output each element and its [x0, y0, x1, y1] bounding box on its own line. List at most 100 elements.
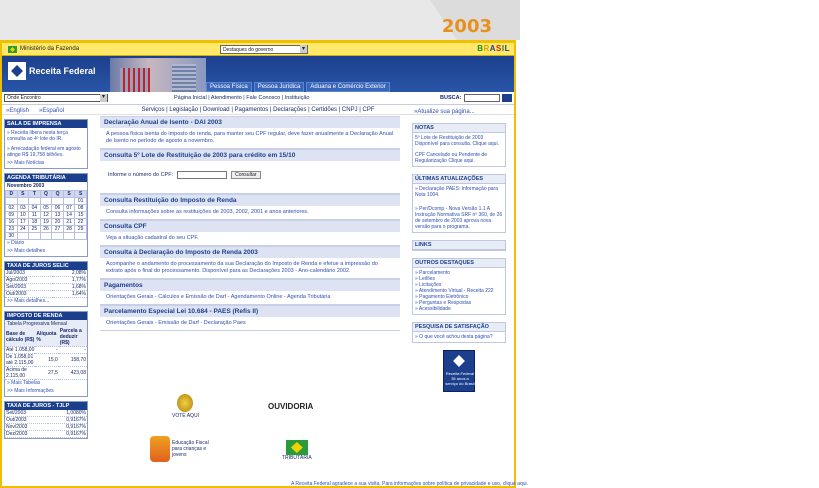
calendar-day[interactable]: 17	[16, 218, 30, 226]
calendar-day[interactable]: 11	[28, 211, 41, 219]
english-link[interactable]: »English	[6, 108, 29, 114]
links-title[interactable]: LINKS	[413, 241, 505, 250]
top-links[interactable]: Página Inicial | Atendimento | Fale Cono…	[174, 95, 309, 101]
table-cell: 1,68%	[53, 283, 87, 291]
receita-federal-logo[interactable]: Receita Federal	[8, 62, 96, 80]
calendar-day	[16, 197, 30, 205]
tab-pessoa-fisica[interactable]: Pessoa Física	[206, 82, 252, 92]
ouvidoria-label: OUVIDORIA	[268, 402, 314, 411]
table-cell: Até 1.058,00	[5, 346, 36, 354]
calendar-day[interactable]: 15	[74, 211, 87, 219]
calendar-day[interactable]: 22	[74, 218, 87, 226]
calendar-day[interactable]: 12	[39, 211, 53, 219]
search-button[interactable]	[502, 94, 512, 102]
table-cell: De 1.058,01 até 2.115,00	[5, 353, 36, 367]
calendar-day[interactable]: 20	[51, 218, 64, 226]
update-item[interactable]: » Declaração PAES: Informação para Nota …	[415, 186, 503, 198]
calendar-day[interactable]: 27	[51, 225, 64, 233]
government-highlights-select[interactable]: Destaques do governo	[220, 45, 308, 54]
survey-link[interactable]: » O que você achou desta página?	[413, 332, 505, 342]
press-item[interactable]: » Receita libera nesta terça consulta ao…	[7, 130, 85, 142]
calendar-day	[16, 232, 30, 240]
section-title[interactable]: Consulta à Declaração do Imposto de Rend…	[100, 246, 400, 258]
search-input[interactable]	[464, 94, 500, 102]
consultar-button[interactable]: Consultar	[231, 171, 261, 179]
calendar-day	[74, 232, 87, 240]
update-item[interactable]: » Per/Dcomp - Nova Versão 1.1 A Instruçã…	[415, 206, 503, 230]
onde-encontro-select[interactable]: Onde Encontro	[4, 94, 108, 102]
calendar-day[interactable]: 02	[5, 204, 18, 212]
tab-aduana[interactable]: Aduana e Comércio Exterior	[306, 82, 390, 92]
receita-35-anos-logo[interactable]: Receita Federal 35 anos a serviço do Bra…	[443, 350, 475, 392]
calendar-day[interactable]: 25	[28, 225, 41, 233]
more-tables-link[interactable]: » Mais Tabelas	[5, 380, 87, 388]
note-item[interactable]: CPF Cancelado ou Pendente de Regularizaç…	[415, 152, 503, 164]
audience-tabs: Pessoa Física Pessoa Jurídica Aduana e C…	[206, 82, 390, 92]
refresh-page-link[interactable]: »Atualize sua página...	[414, 109, 506, 115]
income-tax-subtitle: Tabela Progressiva Mensal	[5, 320, 87, 328]
calendar-day[interactable]: 29	[74, 225, 87, 233]
section-body[interactable]: Orientações Gerais - Cálculos e Emissão …	[100, 291, 400, 304]
brasil-logo[interactable]: BRASIL	[477, 44, 510, 53]
press-item[interactable]: » Arrecadação federal em agosto atinge R…	[7, 146, 85, 158]
section-title[interactable]: Consulta CPF	[100, 220, 400, 232]
child-mascot-icon	[150, 436, 170, 462]
header-banner: Receita Federal Pessoa Física Pessoa Jur…	[2, 56, 514, 92]
note-item[interactable]: 5º Lote de Restituição de 2003 Disponíve…	[415, 135, 503, 147]
section-body[interactable]: Orientações Gerais - Emissão de Darf - D…	[100, 317, 400, 330]
calendar-day[interactable]: 18	[28, 218, 41, 226]
calendar-day[interactable]: 16	[5, 218, 18, 226]
calendar-day[interactable]: 07	[62, 204, 76, 212]
other-highlights-title: OUTROS DESTAQUES	[413, 259, 505, 268]
calendar-day[interactable]: 28	[62, 225, 76, 233]
espanol-link[interactable]: »Español	[39, 108, 64, 114]
tributaria-badge[interactable]: TRIBUTÁRIA	[282, 440, 312, 461]
calendar-more-link[interactable]: >> Mais detalhes	[5, 248, 87, 256]
refund-section: Consulta Restituição do Imposto de Renda…	[100, 194, 400, 220]
more-info-link[interactable]: >> Mais Informações	[5, 388, 87, 396]
section-title[interactable]: Consulta 5º Lote de Restituição de 2003 …	[100, 149, 400, 161]
calendar-day[interactable]: 23	[5, 225, 18, 233]
table-cell: 15,0	[35, 353, 59, 367]
section-body: Veja a situação cadastral do seu CPF.	[100, 232, 400, 245]
tributaria-label: TRIBUTÁRIA	[282, 455, 312, 461]
vote-label: VOTE AQUI	[172, 413, 199, 419]
cpf-input[interactable]	[177, 171, 228, 179]
section-title[interactable]: Parcelamento Especial Lei 10.684 - PAES …	[100, 305, 400, 317]
calendar-day[interactable]: 03	[16, 204, 30, 212]
ministry-link[interactable]: Ministério da Fazenda	[20, 46, 79, 52]
highlight-link[interactable]: » Acessibilidade	[415, 306, 503, 312]
calendar-day[interactable]: 08	[74, 204, 87, 212]
calendar-day[interactable]: 04	[28, 204, 41, 212]
calendar-day[interactable]: 14	[62, 211, 76, 219]
section-title[interactable]: Declaração Anual de Isento - DAI 2003	[100, 116, 400, 128]
calendar-day	[62, 232, 76, 240]
calendar-day[interactable]: 21	[62, 218, 76, 226]
selic-box: TAXA DE JUROS SELIC Jul/2003 2,08% Ago/200…	[4, 261, 88, 307]
calendar-day[interactable]: 26	[39, 225, 53, 233]
selic-more-link[interactable]: >> Mais detalhes...	[5, 298, 87, 306]
more-news-link[interactable]: >> Mais Notícias	[5, 160, 87, 168]
diario-link[interactable]: » Diário	[5, 240, 87, 248]
calendar-day[interactable]: 19	[39, 218, 53, 226]
calendar-day[interactable]: 10	[16, 211, 30, 219]
table-row: Acima de 2.115,00 27,5 423,08	[5, 366, 87, 380]
calendar-day[interactable]: 30	[5, 232, 18, 240]
section-title[interactable]: Consulta Restituição do Imposto de Renda	[100, 194, 400, 206]
calendar-day[interactable]: 05	[39, 204, 53, 212]
section-title[interactable]: Pagamentos	[100, 279, 400, 291]
table-header: Alíquota %	[35, 328, 59, 347]
calendar-day[interactable]: 06	[51, 204, 64, 212]
vote-badge[interactable]: VOTE AQUI	[172, 394, 199, 419]
calendar-day[interactable]: 09	[5, 211, 18, 219]
section-body: Acompanhe o andamento do processamento d…	[100, 258, 400, 278]
ouvidoria-badge[interactable]: OUVIDORIA	[268, 402, 313, 411]
fiscal-education-badge[interactable]: Educação Fiscal para crianças e jovens	[150, 436, 220, 462]
calendar-day[interactable]: 24	[16, 225, 30, 233]
income-tax-table: Base de cálculo (R$) Alíquota % Parcela a …	[5, 328, 87, 380]
footer-text[interactable]: A Receita Federal agradece a sua visita.…	[0, 480, 819, 488]
tab-pessoa-juridica[interactable]: Pessoa Jurídica	[253, 82, 305, 92]
calendar-day[interactable]: 13	[51, 211, 64, 219]
calendar-day[interactable]: 01	[74, 197, 87, 205]
calendar-day-header: D	[5, 190, 18, 198]
